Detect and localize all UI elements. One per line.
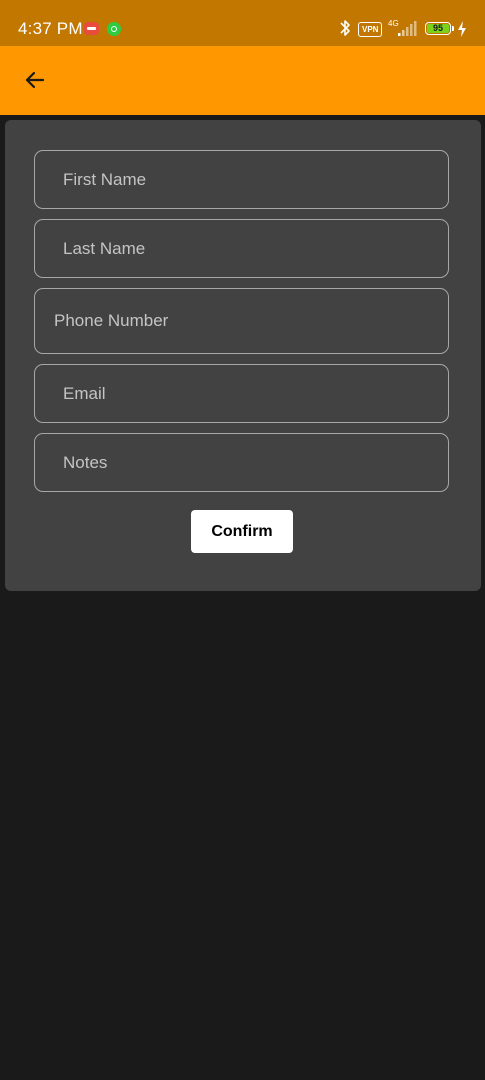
notes-field[interactable] [34,433,449,492]
notes-input[interactable] [35,434,448,491]
battery-nub [452,26,454,31]
arrow-left-icon [25,71,45,89]
last-name-input[interactable] [35,220,448,277]
app-notification-icon [107,22,121,36]
network-type-label: 4G [388,19,399,28]
battery-level: 95 [432,23,443,33]
last-name-field[interactable] [34,219,449,278]
confirm-button[interactable]: Confirm [191,510,293,553]
back-button[interactable] [14,59,56,101]
app-bar [0,46,485,115]
phone-number-field[interactable] [34,288,449,354]
vpn-icon: VPN [358,22,383,37]
phone-number-input[interactable] [35,289,448,353]
charging-icon [458,21,466,37]
email-input[interactable] [35,365,448,422]
status-time: 4:37 PM [18,19,83,38]
signal-icon: 4G [388,19,417,36]
status-bar: 4:37 PM VPN 4G 95 [0,0,485,46]
battery-icon: 95 [425,22,451,35]
email-field[interactable] [34,364,449,423]
contact-form-card: Confirm [5,120,481,591]
message-notification-icon [84,22,99,35]
first-name-field[interactable] [34,150,449,209]
first-name-input[interactable] [35,151,448,208]
bluetooth-icon [340,20,350,36]
